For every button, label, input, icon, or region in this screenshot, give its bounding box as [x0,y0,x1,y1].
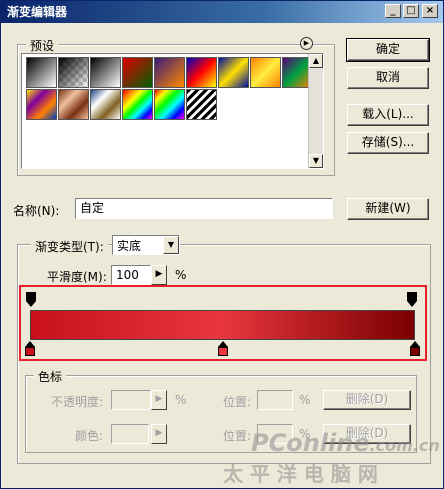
color-stop-swatch [217,347,228,356]
chevron-down-icon[interactable]: ▼ [163,236,179,254]
opacity-input[interactable] [111,390,151,410]
color-stop-0[interactable] [25,341,35,356]
watermark-brand: PConline [251,429,370,457]
opacity-location-label: 位置: [223,395,252,409]
preset-violet-orange[interactable] [154,57,185,88]
watermark-cn: 太 平 洋 电 脑 网 [223,462,378,486]
presets-legend: 预设 [26,37,59,54]
cancel-button[interactable]: 取消 [347,67,429,89]
delete-opacity-stop-button[interactable]: 删除(D) [323,390,411,410]
preset-foreground-to-transparent[interactable] [58,57,89,88]
title-bar[interactable]: 渐变编辑器 [1,1,443,23]
preset-swatch-area [21,53,324,169]
watermark-logo: PConline.com.cn [251,429,440,457]
load-button[interactable]: 载入(L)... [347,104,429,126]
color-stop-2[interactable] [410,341,420,356]
opacity-label: 不透明度: [51,395,104,409]
new-button[interactable]: 新建(W) [347,198,429,220]
window-title: 渐变编辑器 [7,5,68,19]
gradient-type-label: 渐变类型(T): [31,238,108,255]
preset-chrome[interactable] [90,89,121,120]
preset-black-white[interactable] [90,57,121,88]
preset-transparent-rainbow[interactable] [154,89,185,120]
save-button[interactable]: 存储(S)... [347,132,429,154]
gradient-bar[interactable] [30,310,415,340]
color-stop-swatch [410,347,420,356]
opacity-unit: % [175,393,187,407]
gradient-type-value: 实底 [117,239,142,253]
preset-scrollbar[interactable]: ▲ ▼ [308,54,323,168]
preset-blue-red-yellow[interactable] [186,57,217,88]
opacity-stop-right-pointer [407,301,417,307]
color-stop-swatch [25,347,35,356]
preset-orange-yellow-orange[interactable] [250,57,281,88]
color-label: 颜色: [75,429,104,443]
watermark-brand-suffix: .com.cn [369,436,440,455]
preset-spectrum[interactable] [122,89,153,120]
opacity-stop-left-pointer [26,301,36,307]
preset-foreground-to-background[interactable] [26,57,57,88]
close-button[interactable]: × [422,4,438,18]
smoothness-input[interactable]: 100 [111,265,151,285]
opacity-stop-right-swatch [407,292,417,301]
color-stop-1[interactable] [217,341,228,356]
scroll-down-icon[interactable]: ▼ [309,154,323,168]
smoothness-unit: % [175,268,187,282]
scroll-up-icon[interactable]: ▲ [309,54,323,68]
smoothness-label: 平滑度(M): [47,270,107,284]
color-arrow-icon[interactable]: ▶ [151,424,167,444]
opacity-stop-left[interactable] [26,292,36,307]
preset-transparent-stripes[interactable] [186,89,217,120]
preset-red-green[interactable] [122,57,153,88]
color-location-label: 位置: [223,429,252,443]
smoothness-slider-arrow-icon[interactable]: ▶ [151,265,167,285]
preset-copper[interactable] [58,89,89,120]
opacity-arrow-icon[interactable]: ▶ [151,390,167,410]
maximize-button[interactable]: □ [403,4,419,18]
gradient-editor-window: 渐变编辑器 _ □ × 预设 ▶ ▲ ▼ 确定 取消 载入(L)... 存储(S… [0,0,444,489]
ok-button[interactable]: 确定 [346,38,430,62]
color-stops-legend: 色标 [34,368,67,385]
opacity-stop-right[interactable] [407,292,417,307]
name-label: 名称(N): [13,204,60,218]
color-swatch-field[interactable] [111,424,149,444]
opacity-location-input[interactable] [257,390,293,410]
circle-arrow-right-icon[interactable]: ▶ [300,37,313,50]
opacity-location-unit: % [299,393,311,407]
preset-blue-yellow-blue[interactable] [218,57,249,88]
preset-yellow-violet-orange-blue[interactable] [26,89,57,120]
minimize-button[interactable]: _ [385,4,401,18]
name-input[interactable]: 自定 [75,198,333,219]
opacity-stop-left-swatch [26,292,36,301]
gradient-type-select[interactable]: 实底 ▼ [112,235,180,255]
